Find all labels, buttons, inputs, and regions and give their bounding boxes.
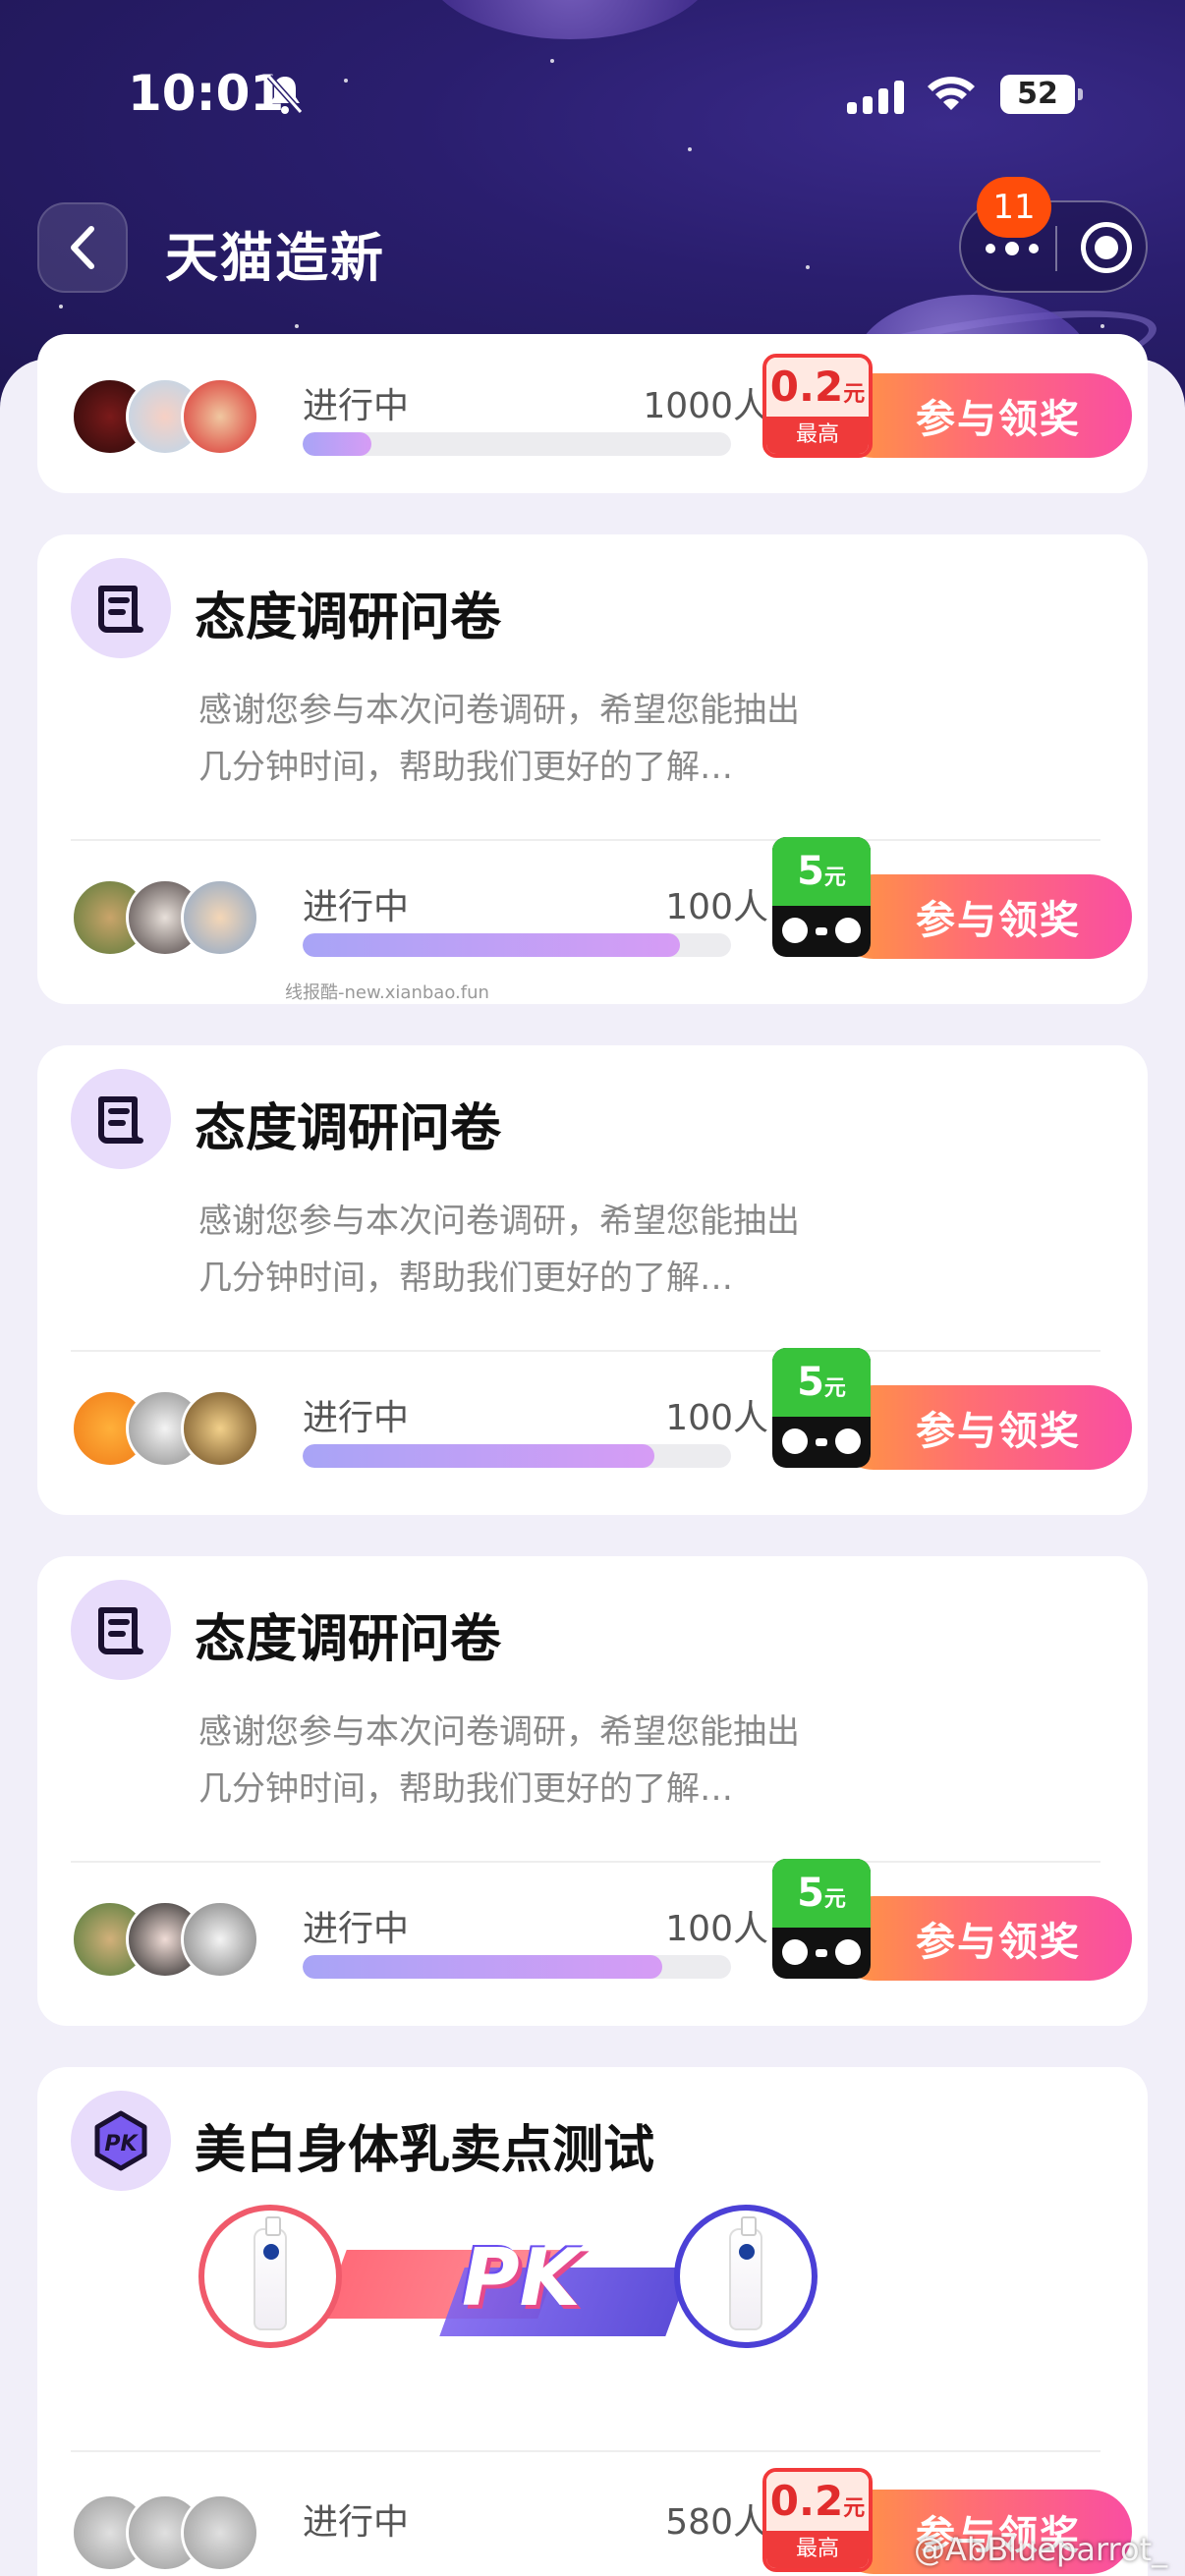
progress-bar xyxy=(303,1955,731,1979)
tmall-reward-tag: 5元 xyxy=(772,1859,871,1979)
avatar xyxy=(181,878,259,957)
product-a-image xyxy=(198,2205,342,2348)
progress-bar xyxy=(303,1444,731,1468)
watermark-text: 线报酷-new.xianbao.fun xyxy=(285,982,489,1003)
participant-count: 100人 xyxy=(665,887,768,927)
chevron-left-icon xyxy=(71,226,94,269)
reward-action: 参与领奖 5元 xyxy=(772,837,1132,959)
pk-icon: PK xyxy=(71,2091,171,2191)
card-footer: 进行中 100人 参与领奖 5元 xyxy=(71,1859,1132,1985)
reward-amount: 0.2 xyxy=(769,2477,844,2525)
participant-avatars xyxy=(71,878,267,957)
tmall-reward-tag: 5元 xyxy=(772,837,871,957)
more-menu-button[interactable] xyxy=(981,238,1044,259)
join-reward-button[interactable]: 参与领奖 xyxy=(831,1385,1132,1470)
progress-bar xyxy=(303,933,731,957)
participant-count: 100人 xyxy=(665,1398,768,1438)
reward-amount: 5 xyxy=(797,1871,824,1916)
card-description: 感谢您参与本次问卷调研，希望您能抽出几分钟时间，帮助我们更好的了解… xyxy=(198,1202,800,1298)
avatar xyxy=(181,1389,259,1468)
pk-label: PK xyxy=(462,2232,581,2324)
card-title: 态度调研问卷 xyxy=(195,588,502,647)
card-title: 美白身体乳卖点测试 xyxy=(195,2121,655,2180)
participant-avatars xyxy=(71,1900,267,1979)
participant-avatars xyxy=(71,1389,267,1468)
progress-bar xyxy=(303,432,731,456)
reward-action: 参与领奖 5元 xyxy=(772,1859,1132,1981)
participant-count: 100人 xyxy=(665,1909,768,1949)
reward-action: 参与领奖 5元 xyxy=(772,1348,1132,1470)
task-card: 态度调研问卷 感谢您参与本次问卷调研，希望您能抽出几分钟时间，帮助我们更好的了解… xyxy=(37,1045,1148,1515)
close-miniapp-button[interactable] xyxy=(1081,222,1132,273)
wifi-icon xyxy=(928,77,975,110)
task-status: 进行中 xyxy=(303,1398,410,1438)
task-status: 进行中 xyxy=(303,887,410,927)
reward-unit: 元 xyxy=(843,382,866,407)
reward-action: 参与领奖 0.2元 最高 xyxy=(762,354,1132,458)
card-footer: 进行中 100人 参与领奖 5元 xyxy=(71,1348,1132,1474)
divider xyxy=(71,1861,1100,1863)
tmall-reward-tag: 5元 xyxy=(772,1348,871,1468)
reward-unit: 元 xyxy=(843,2496,866,2521)
task-status: 进行中 xyxy=(303,386,410,426)
participant-avatars xyxy=(71,2493,267,2572)
battery-indicator: 52 xyxy=(1000,75,1083,114)
divider xyxy=(71,839,1100,841)
avatar xyxy=(181,377,259,456)
card-footer: 进行中 100人 参与领奖 5元 xyxy=(71,837,1132,963)
divider xyxy=(71,1350,1100,1352)
task-status: 进行中 xyxy=(303,2502,410,2543)
reward-note: 最高 xyxy=(766,2531,869,2568)
join-reward-button[interactable]: 参与领奖 xyxy=(831,874,1132,959)
participant-count: 1000人 xyxy=(643,386,768,426)
reward-amount: 5 xyxy=(797,1360,824,1405)
participant-count: 580人 xyxy=(665,2502,768,2543)
scroll-icon xyxy=(71,1580,171,1680)
lotion-bottle-icon xyxy=(729,2216,762,2330)
avatar xyxy=(181,2493,259,2572)
task-card: 态度调研问卷 感谢您参与本次问卷调研，希望您能抽出几分钟时间，帮助我们更好的了解… xyxy=(37,1556,1148,2026)
reward-unit: 元 xyxy=(823,1376,846,1401)
product-b-image xyxy=(674,2205,818,2348)
page-title: 天猫造新 xyxy=(165,227,385,289)
lotion-bottle-icon xyxy=(254,2216,287,2330)
status-time: 10:01 xyxy=(128,65,285,122)
pk-comparison-banner[interactable]: PK xyxy=(157,2193,825,2380)
tmall-cat-icon xyxy=(772,906,871,957)
participant-avatars xyxy=(71,377,267,456)
task-card: 进行中 1000人 参与领奖 0.2元 最高 xyxy=(37,334,1148,493)
card-description: 感谢您参与本次问卷调研，希望您能抽出几分钟时间，帮助我们更好的了解… xyxy=(198,691,800,787)
task-status: 进行中 xyxy=(303,1909,410,1949)
tmall-cat-icon xyxy=(772,1928,871,1979)
divider xyxy=(71,2450,1100,2452)
card-title: 态度调研问卷 xyxy=(195,1099,502,1158)
join-reward-button[interactable]: 参与领奖 xyxy=(831,373,1132,458)
corner-watermark: @AbBlueparrot_ xyxy=(914,2531,1168,2568)
reward-unit: 元 xyxy=(823,1887,846,1912)
cellular-signal-icon xyxy=(847,81,904,114)
reward-amount: 5 xyxy=(797,849,824,894)
tmall-cat-icon xyxy=(772,1417,871,1468)
notification-badge: 11 xyxy=(977,177,1051,238)
avatar xyxy=(181,1900,259,1979)
back-button[interactable] xyxy=(37,202,128,293)
svg-text:PK: PK xyxy=(104,2132,139,2156)
task-card: 态度调研问卷 感谢您参与本次问卷调研，希望您能抽出几分钟时间，帮助我们更好的了解… xyxy=(37,534,1148,1004)
reward-tag: 0.2元 最高 xyxy=(762,2468,873,2572)
reward-unit: 元 xyxy=(823,866,846,890)
card-description: 感谢您参与本次问卷调研，希望您能抽出几分钟时间，帮助我们更好的了解… xyxy=(198,1712,800,1809)
status-bar: 10:01 52 xyxy=(0,0,1185,187)
reward-tag: 0.2元 最高 xyxy=(762,354,873,458)
reward-amount: 0.2 xyxy=(769,363,844,411)
scroll-icon xyxy=(71,1069,171,1169)
card-title: 态度调研问卷 xyxy=(195,1610,502,1669)
scroll-icon xyxy=(71,558,171,658)
join-reward-button[interactable]: 参与领奖 xyxy=(831,1896,1132,1981)
bell-muted-icon xyxy=(266,75,304,114)
card-footer: 进行中 1000人 参与领奖 0.2元 最高 xyxy=(71,354,1132,462)
reward-note: 最高 xyxy=(766,417,869,454)
